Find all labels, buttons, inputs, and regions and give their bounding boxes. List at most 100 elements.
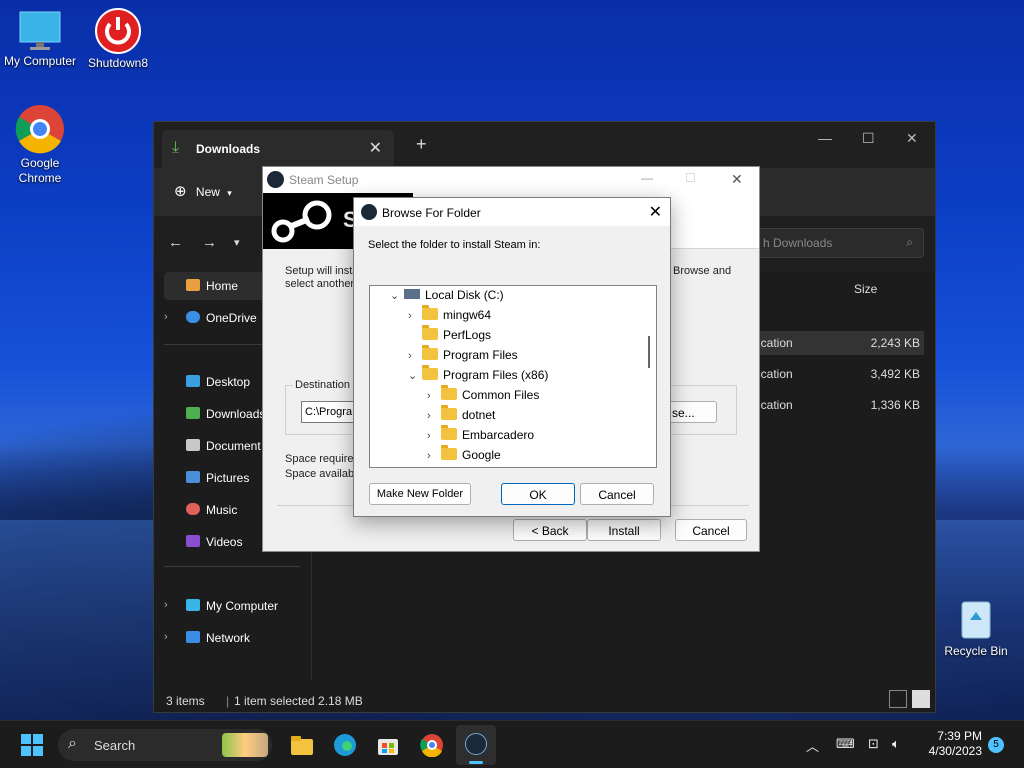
window-title: Steam Setup (289, 173, 359, 187)
chevron-down-icon: ⌄ (390, 290, 400, 302)
steam-taskbar-button[interactable] (456, 725, 496, 765)
tree-node[interactable]: ⌄ Local Disk (C:) (390, 288, 504, 308)
sidebar-item-label: OneDrive (206, 311, 257, 325)
search-placeholder: h Downloads (763, 236, 833, 250)
new-button-label: New (195, 185, 220, 199)
tab-downloads[interactable]: ⤓ Downloads ✕ (162, 130, 394, 168)
tiles-view-icon[interactable] (912, 690, 930, 708)
close-icon[interactable]: ✕ (649, 202, 662, 222)
tree-node[interactable]: › Google (427, 445, 501, 467)
file-explorer-icon[interactable] (290, 733, 314, 757)
desktop-icon-my-computer[interactable]: My Computer (0, 10, 80, 69)
sidebar-item-label: My Computer (206, 599, 279, 613)
minimize-icon[interactable]: — (641, 171, 653, 185)
tree-node-label: Embarcadero (462, 428, 535, 442)
taskbar-search[interactable]: ⌕ Search (58, 729, 272, 761)
chevron-right-icon: › (427, 410, 431, 422)
search-box[interactable]: h Downloads ⌕ (752, 228, 924, 258)
install-button[interactable]: Install (587, 519, 661, 541)
forward-arrow-icon[interactable]: → (202, 234, 217, 251)
sidebar-item-my-computer[interactable]: › My Computer (164, 592, 304, 620)
folder-icon (441, 385, 457, 400)
store-icon[interactable] (376, 733, 400, 757)
new-tab-button[interactable]: + (416, 134, 427, 155)
desktop-icon-shutdown[interactable]: Shutdown8 (78, 8, 158, 71)
tree-node-label: Common Files (462, 388, 540, 402)
tab-close-icon[interactable]: ✕ (369, 138, 382, 158)
tree-node[interactable]: › dotnet (427, 405, 495, 428)
file-row[interactable]: ication 2,243 KB (758, 331, 924, 355)
back-button[interactable]: < Back (513, 519, 587, 541)
space-available-label: Space availab (285, 468, 355, 480)
destination-path-field[interactable]: C:\Progra (301, 401, 361, 423)
volume-icon[interactable]: 🔈︎ (892, 736, 900, 752)
file-row[interactable]: ication 3,492 KB (758, 362, 924, 386)
active-indicator (469, 761, 483, 764)
cancel-button[interactable]: Cancel (675, 519, 747, 541)
title-bar: Browse For Folder ✕ (354, 198, 670, 226)
chrome-icon (15, 104, 65, 154)
ok-button[interactable]: OK (501, 483, 575, 505)
make-new-folder-button[interactable]: Make New Folder (369, 483, 471, 505)
space-required-label: Space require (285, 453, 354, 465)
folder-tree[interactable]: ⌄ Local Disk (C:) › mingw64 PerfLogs › Prog… (369, 285, 657, 468)
file-row[interactable]: ication 1,336 KB (758, 393, 924, 417)
start-windows-icon[interactable] (20, 733, 44, 757)
clock[interactable]: 7:39 PM 4/30/2023 (920, 729, 982, 759)
drive-icon (404, 289, 420, 299)
recycle-bin-icon (956, 596, 996, 642)
close-window-icon[interactable]: ✕ (731, 171, 743, 188)
sidebar-item-network[interactable]: › Network (164, 624, 304, 652)
chrome-taskbar-icon[interactable] (420, 733, 444, 758)
tab-title: Downloads (196, 142, 261, 156)
keyboard-icon[interactable]: ⌨ (836, 736, 855, 752)
edge-icon[interactable] (333, 733, 357, 757)
search-icon: ⌕ (68, 735, 77, 752)
clock-date: 4/30/2023 (928, 744, 982, 758)
tree-node-label: Google (462, 448, 501, 462)
chevron-down-icon: ▾ (227, 188, 232, 198)
cancel-button[interactable]: Cancel (580, 483, 654, 505)
network-icon[interactable]: ⊡ (868, 736, 879, 752)
column-header-size[interactable]: Size (854, 282, 877, 296)
browse-button[interactable]: se... (667, 401, 717, 423)
tree-node-label: mingw64 (443, 308, 492, 322)
desktop-icon-label: Shutdown8 (87, 56, 149, 70)
folder-icon (441, 445, 457, 460)
home-icon (186, 279, 200, 291)
steam-logo-icon (361, 204, 377, 220)
recent-chevron-icon[interactable]: ▾ (234, 236, 240, 249)
desktop-icon-chrome[interactable]: Google Chrome (0, 104, 80, 186)
status-selection: 1 item selected 2.18 MB (234, 694, 363, 708)
tree-node[interactable]: ⌄ Program Files (x86) (408, 365, 548, 388)
new-button[interactable]: ⊕ New ▾ (174, 182, 232, 200)
file-size: 1,336 KB (870, 398, 920, 412)
tree-node[interactable]: › mingw64 (408, 305, 492, 328)
cloud-icon (186, 311, 200, 323)
divider (164, 566, 300, 567)
tree-node-label: Program Files (443, 348, 518, 362)
computer-icon (186, 599, 200, 611)
browse-for-folder-dialog: Browse For Folder ✕ Select the folder to… (353, 197, 671, 517)
close-window-icon[interactable]: ✕ (906, 130, 918, 147)
tree-scrollbar[interactable] (648, 336, 650, 368)
folder-icon (422, 345, 438, 360)
minimize-icon[interactable]: — (818, 130, 832, 146)
details-view-icon[interactable] (889, 690, 907, 708)
notification-badge[interactable]: 5 (988, 737, 1004, 753)
file-type: ication (758, 367, 793, 381)
chevron-right-icon: › (427, 450, 431, 462)
chevron-down-icon: ⌄ (408, 370, 418, 382)
tree-node[interactable]: PerfLogs (408, 325, 491, 348)
plus-circle-icon: ⊕ (174, 183, 187, 200)
desktop-icon-recycle-bin[interactable]: Recycle Bin (936, 596, 1016, 659)
desktop-icon-label: Recycle Bin (944, 644, 1008, 658)
chevron-up-icon[interactable]: ︿ (806, 736, 819, 755)
chevron-right-icon: › (164, 631, 168, 643)
download-icon (186, 407, 200, 419)
maximize-icon[interactable]: ☐ (862, 130, 875, 147)
clock-time: 7:39 PM (937, 729, 982, 743)
steam-logo-icon (267, 171, 284, 188)
back-arrow-icon[interactable]: ← (168, 234, 183, 251)
dialog-title: Browse For Folder (382, 206, 481, 220)
